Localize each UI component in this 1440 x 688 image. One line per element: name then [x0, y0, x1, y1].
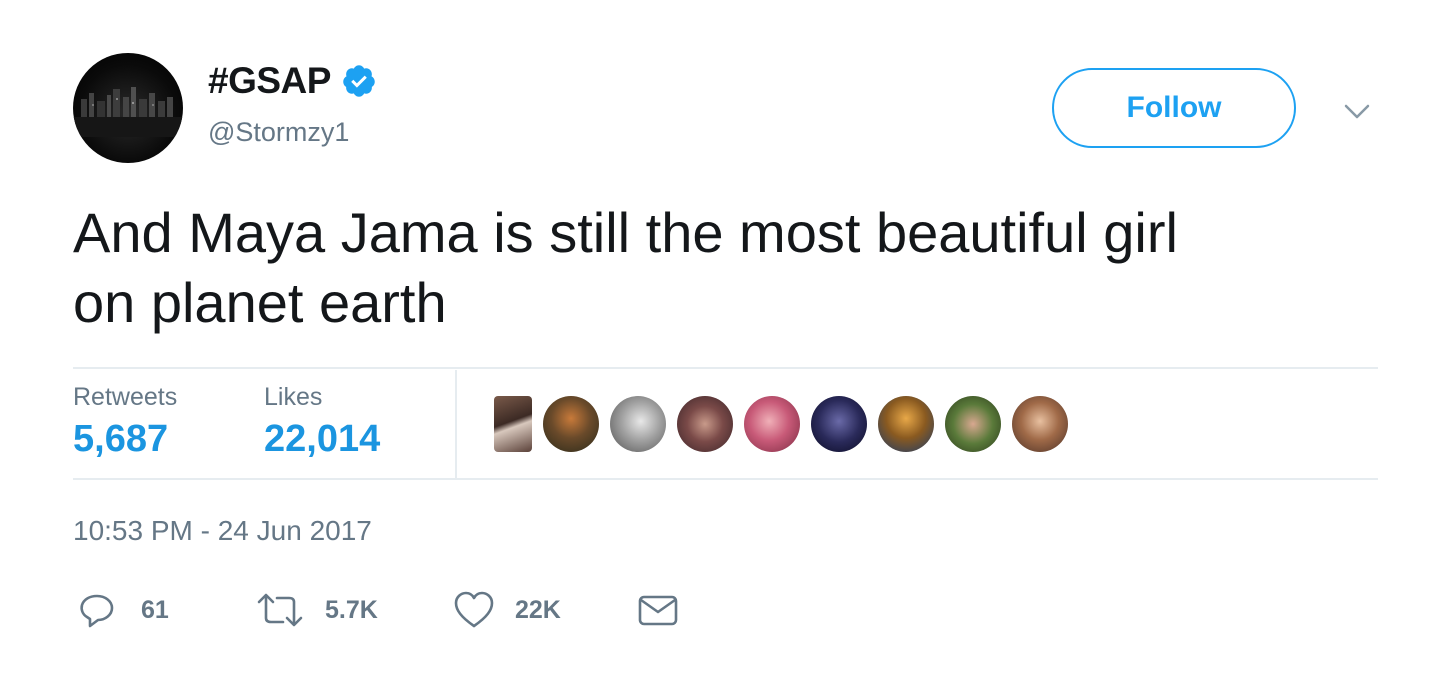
retweet-count: 5.7K [325, 595, 378, 624]
author-display-name[interactable]: #GSAP [208, 60, 331, 102]
like-count: 22K [515, 595, 561, 624]
retweets-stat[interactable]: Retweets 5,687 [73, 382, 177, 464]
retweet-button[interactable]: 5.7K [255, 588, 378, 632]
retweets-label: Retweets [73, 383, 178, 411]
heart-icon [453, 590, 495, 630]
liker-avatar[interactable] [811, 396, 867, 452]
liker-avatar[interactable] [494, 396, 532, 452]
retweets-value: 5,687 [73, 418, 169, 460]
likes-stat[interactable]: Likes 22,014 [264, 382, 380, 464]
author-avatar[interactable] [73, 53, 183, 163]
liker-avatar[interactable] [610, 396, 666, 452]
tweet-timestamp[interactable]: 10:53 PM - 24 Jun 2017 [73, 515, 372, 547]
likers-avatar-list [494, 396, 1068, 452]
reply-button[interactable]: 61 [77, 588, 169, 632]
liker-avatar[interactable] [677, 396, 733, 452]
likes-label: Likes [264, 383, 323, 411]
direct-message-button[interactable] [637, 588, 679, 632]
liker-avatar[interactable] [543, 396, 599, 452]
reply-count: 61 [141, 595, 169, 624]
stats-top-divider [73, 367, 1378, 369]
like-button[interactable]: 22K [453, 588, 561, 632]
liker-avatar[interactable] [878, 396, 934, 452]
retweet-icon [255, 590, 305, 630]
stats-vertical-divider [455, 370, 457, 478]
likes-value: 22,014 [264, 418, 381, 460]
liker-avatar[interactable] [945, 396, 1001, 452]
tweet-text-line-2: on planet earth [73, 271, 447, 334]
liker-avatar[interactable] [1012, 396, 1068, 452]
chevron-down-icon[interactable] [1340, 98, 1374, 124]
liker-avatar[interactable] [744, 396, 800, 452]
tweet-text: And Maya Jama is still the most beautifu… [73, 198, 1393, 338]
stats-bottom-divider [73, 478, 1378, 480]
envelope-icon [637, 590, 679, 630]
reply-icon [77, 590, 117, 630]
author-name-row[interactable]: #GSAP [208, 60, 377, 102]
author-handle[interactable]: @Stormzy1 [208, 117, 349, 148]
tweet-text-line-1: And Maya Jama is still the most beautifu… [73, 201, 1178, 264]
tweet-card: #GSAP @Stormzy1 Follow And Maya Jama is … [0, 0, 1440, 688]
verified-badge-icon [341, 63, 377, 99]
follow-button[interactable]: Follow [1052, 68, 1296, 148]
